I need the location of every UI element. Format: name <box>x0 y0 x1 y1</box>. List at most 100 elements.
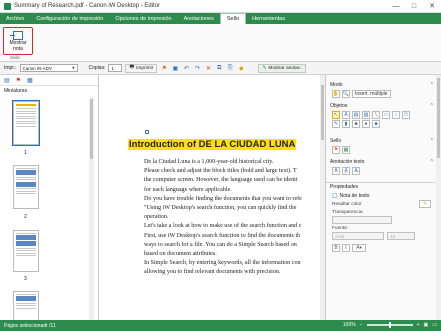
properties-panel: Modo ⌃ ✋ 🔍 Insert. múltiple Objetos ⌃ ↖ A … <box>325 75 441 320</box>
show-annotations-label: Mostrar anotac. <box>268 65 302 71</box>
ellipse-tool-icon[interactable]: ○ <box>392 110 400 119</box>
thumbnail-page[interactable] <box>13 230 39 272</box>
text-box-icon[interactable]: ▤ <box>352 110 360 119</box>
underline-text-icon[interactable]: A̲ <box>342 166 350 175</box>
tab-archivo[interactable]: Archivo <box>0 13 30 24</box>
document-line: Do you have trouble finding the document… <box>144 195 302 202</box>
filled-ellipse-icon[interactable]: ● <box>362 119 370 128</box>
properties-scrollbar[interactable] <box>436 75 441 320</box>
date-stamp-icon[interactable]: ▦ <box>342 145 350 154</box>
tab-stamp[interactable]: Sello <box>219 13 247 24</box>
highlight-text-icon[interactable]: A <box>332 166 340 175</box>
paste-icon[interactable]: ⎘ <box>226 64 234 72</box>
font-label: Fuente: <box>332 225 349 231</box>
redo-icon[interactable]: ↷ <box>193 64 201 72</box>
show-annotations-button[interactable]: ✎ Mostrar anotac. <box>258 63 306 73</box>
select-tool-icon[interactable]: ↖ <box>332 110 340 119</box>
zoom-tool-icon[interactable]: 🔍 <box>342 89 350 98</box>
printer-value: Canon iR-ADV <box>22 65 53 71</box>
copy-icon[interactable]: ⧉ <box>215 64 223 72</box>
page-icon[interactable]: ▤ <box>4 77 10 84</box>
ribbon-group-label: Sello <box>10 55 21 60</box>
fit-width-icon[interactable]: ▭ <box>432 322 437 328</box>
collapse-icon[interactable]: ⌃ <box>430 159 434 165</box>
insert-multiple-label: Insert. múltiple <box>355 90 388 97</box>
line-tool-icon[interactable]: ╲ <box>372 110 380 119</box>
window-title: Summary of Research.pdf - Canon iW Deskt… <box>14 3 161 9</box>
annotation-list-icon[interactable]: ▦ <box>27 77 33 84</box>
font-select[interactable]: Arial <box>332 232 384 240</box>
text-annotation-section: Anotación texto ⌃ A A̲ A̶ <box>326 158 437 175</box>
font-size-select[interactable]: 12 <box>387 232 415 240</box>
filled-rectangle-icon[interactable]: ■ <box>352 119 360 128</box>
tab-print-config[interactable]: Configuración de impresión <box>30 13 109 24</box>
document-line: In Simple Search, by entering keywords, … <box>144 260 301 267</box>
print-label: Impr.: <box>4 65 17 71</box>
note-marker-icon[interactable] <box>145 130 149 134</box>
tab-tools[interactable]: Herramientas <box>246 13 291 24</box>
thumbnail-page[interactable] <box>13 291 39 320</box>
bold-icon[interactable]: B <box>332 243 340 252</box>
document-line: operation. <box>144 214 169 221</box>
thumbnails-header: Miniaturas <box>4 87 28 94</box>
document-line: for each language where applicable. <box>144 186 232 193</box>
ribbon-tabs: Archivo Configuración de impresión Opcio… <box>0 13 441 24</box>
document-view[interactable]: Introduction of DE LA CIUDAD LUNA De la … <box>99 75 325 320</box>
maximize-button[interactable]: □ <box>405 0 423 13</box>
tab-annotations[interactable]: Anotaciones <box>178 13 220 24</box>
document-line: Please check and adjust the block titles… <box>144 168 297 175</box>
zoom-slider[interactable] <box>366 322 413 328</box>
insert-multiple-button[interactable]: Insert. múltiple <box>352 89 391 98</box>
thumbnail-scrollbar[interactable] <box>89 96 94 320</box>
tab-print-options[interactable]: Opciones de impresión <box>109 13 177 24</box>
transparency-slider[interactable] <box>332 216 392 224</box>
strikeout-text-icon[interactable]: A̶ <box>352 166 360 175</box>
show-note-button[interactable]: Mostrar nota <box>3 27 33 55</box>
pen-tool-icon[interactable]: ✎ <box>332 119 340 128</box>
image-tool-icon[interactable]: ▧ <box>362 110 370 119</box>
copies-label: Copias: <box>88 65 106 71</box>
rectangle-tool-icon[interactable]: □ <box>382 110 390 119</box>
text-annotation-label: Anotación texto <box>330 159 365 165</box>
collapse-icon[interactable]: ⌃ <box>430 82 434 88</box>
close-button[interactable]: ✕ <box>423 0 441 13</box>
document-line: "Using iW Desktop's search function, you… <box>144 205 297 212</box>
objects-label: Objetos <box>330 103 348 109</box>
hand-tool-icon[interactable]: ✋ <box>332 89 340 98</box>
printer-icon: 🖶 <box>129 65 134 70</box>
printer-select[interactable]: Canon iR-ADV ▾ <box>19 64 78 72</box>
thumbnail-page[interactable] <box>12 100 40 146</box>
stamp-tool-icon[interactable]: ⚑ <box>160 64 168 72</box>
font-color-button[interactable]: A▾ <box>352 243 366 252</box>
copies-stepper[interactable]: 1 <box>108 64 123 72</box>
print-button-label: Imprimir <box>136 65 154 71</box>
fit-page-icon[interactable]: ▣ <box>424 322 429 328</box>
objects-section: Objetos ⌃ ↖ A ▤ ▧ ╲ □ ○ ⬠ ✎ ▮ ■ ● ■ <box>326 102 437 128</box>
mode-label: Modo <box>330 82 343 88</box>
minimize-button[interactable]: — <box>387 0 405 13</box>
zoom-out-icon[interactable]: − <box>360 322 363 328</box>
document-line: the computer screen. However, the langua… <box>144 177 298 184</box>
color-picker-button[interactable]: ✎ <box>419 200 431 208</box>
polygon-tool-icon[interactable]: ⬠ <box>402 110 410 119</box>
font-size-value: 12 <box>390 233 396 239</box>
print-button[interactable]: 🖶 Imprimir <box>125 63 158 73</box>
note-icon <box>10 31 23 40</box>
collapse-icon[interactable]: ⌃ <box>430 138 434 144</box>
highlighter-tool-icon[interactable]: ▮ <box>342 119 350 128</box>
zoom-in-icon[interactable]: + <box>417 322 420 328</box>
color-tool-icon[interactable]: ◆ <box>237 64 245 72</box>
zoom-level: 100% <box>342 322 356 328</box>
thumbnail-page[interactable] <box>13 165 39 209</box>
undo-icon[interactable]: ↶ <box>182 64 190 72</box>
document-line: based on document attributes. <box>144 251 217 258</box>
bookmark-icon[interactable]: ⚑ <box>16 77 21 84</box>
save-icon[interactable]: ▣ <box>171 64 179 72</box>
font-value: Arial <box>335 233 345 239</box>
stamp-icon[interactable]: ⚑ <box>332 145 340 154</box>
italic-icon[interactable]: I <box>342 243 350 252</box>
delete-icon[interactable]: ✕ <box>204 64 212 72</box>
dark-square-icon[interactable]: ■ <box>372 119 380 128</box>
text-tool-icon[interactable]: A <box>342 110 350 119</box>
collapse-icon[interactable]: ⌃ <box>430 103 434 109</box>
